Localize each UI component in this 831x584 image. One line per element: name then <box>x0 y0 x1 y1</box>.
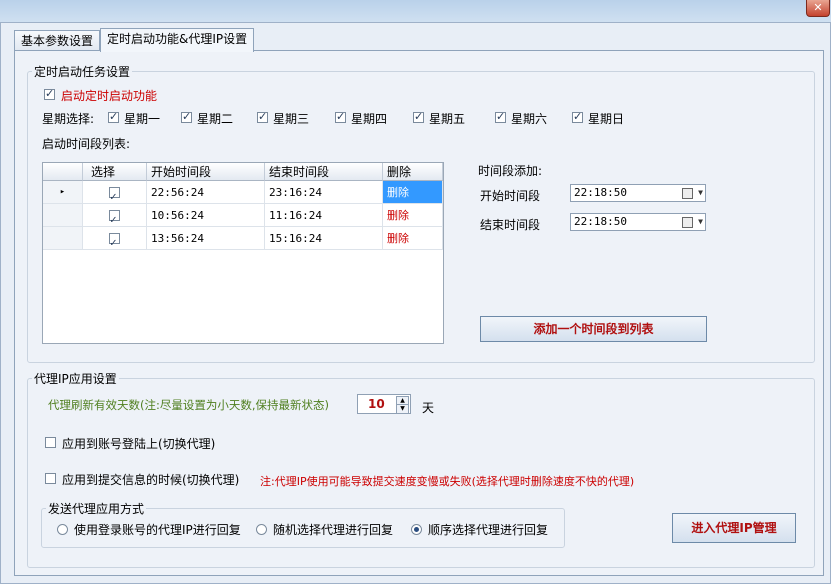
row-pointer: ▸ <box>43 181 83 204</box>
add-slot-title: 时间段添加: <box>478 164 543 178</box>
apply-submit-label: 应用到提交信息的时候(切换代理) <box>62 473 240 487</box>
table-row[interactable] <box>83 227 147 254</box>
row-start-time[interactable]: 10:56:24 <box>147 204 265 227</box>
start-time-value: 22:18:50 <box>574 186 627 199</box>
chevron-down-icon[interactable]: ▼ <box>698 214 703 230</box>
weekday-label: 星期选择: <box>42 112 95 126</box>
decrement-icon[interactable]: ▼ <box>396 404 409 414</box>
row-select-checkbox[interactable] <box>109 185 120 208</box>
row-delete-link[interactable]: 删除 <box>383 204 443 227</box>
mode-label-sequential: 顺序选择代理进行回复 <box>428 523 549 537</box>
column-header-select[interactable]: 选择 <box>83 163 147 181</box>
row-end-time[interactable]: 11:16:24 <box>265 204 383 227</box>
weekday-checkbox[interactable] <box>335 110 346 123</box>
refresh-days-stepper[interactable]: 10 ▲ ▼ <box>357 394 411 414</box>
mode-group-title: 发送代理应用方式 <box>46 500 147 517</box>
row-header <box>43 227 83 250</box>
mode-radio-sequential[interactable] <box>411 524 422 535</box>
proxy-warning-text: 注:代理IP使用可能导致提交速度变慢或失败(选择代理时删除速度不快的代理) <box>260 475 635 488</box>
proxy-group-title: 代理IP应用设置 <box>32 370 119 387</box>
tab-basic-settings[interactable]: 基本参数设置 <box>14 30 101 51</box>
end-time-label: 结束时间段 <box>480 218 541 232</box>
row-header <box>43 204 83 227</box>
row-end-time[interactable]: 15:16:24 <box>265 227 383 250</box>
apply-login-checkbox[interactable] <box>45 437 56 448</box>
weekday-label-fri: 星期五 <box>429 112 466 126</box>
row-delete-link[interactable]: 删除 <box>383 181 443 204</box>
add-time-slot-button[interactable]: 添加一个时间段到列表 <box>480 316 707 342</box>
row-start-time[interactable]: 22:56:24 <box>147 181 265 204</box>
weekday-checkbox[interactable] <box>572 110 583 123</box>
enable-schedule-checkbox[interactable] <box>44 87 55 100</box>
end-time-picker[interactable]: 22:18:50 ▼ <box>570 213 706 231</box>
refresh-days-unit: 天 <box>422 401 435 415</box>
weekday-checkbox[interactable] <box>108 110 119 123</box>
weekday-label-mon: 星期一 <box>124 112 161 126</box>
start-time-label: 开始时间段 <box>480 189 541 203</box>
apply-submit-checkbox[interactable] <box>45 473 56 484</box>
weekday-label-thu: 星期四 <box>351 112 388 126</box>
table-row[interactable] <box>83 204 147 231</box>
weekday-checkbox[interactable] <box>181 110 192 123</box>
mode-label-random: 随机选择代理进行回复 <box>273 523 394 537</box>
apply-login-label: 应用到账号登陆上(切换代理) <box>62 437 216 451</box>
column-header-start[interactable]: 开始时间段 <box>147 163 265 181</box>
row-end-time[interactable]: 23:16:24 <box>265 181 383 204</box>
row-delete-link[interactable]: 删除 <box>383 227 443 250</box>
weekday-label-wed: 星期三 <box>273 112 310 126</box>
mode-radio-random[interactable] <box>256 524 267 535</box>
tab-schedule-proxy[interactable]: 定时启动功能&代理IP设置 <box>100 28 255 52</box>
row-select-checkbox[interactable] <box>109 208 120 231</box>
end-time-value: 22:18:50 <box>574 215 627 228</box>
weekday-label-sat: 星期六 <box>511 112 548 126</box>
column-header-delete[interactable]: 删除 <box>383 163 443 181</box>
start-time-picker[interactable]: 22:18:50 ▼ <box>570 184 706 202</box>
weekday-label-tue: 星期二 <box>197 112 234 126</box>
close-button[interactable]: ✕ <box>806 0 830 17</box>
proxy-manage-button[interactable]: 进入代理IP管理 <box>672 513 796 543</box>
weekday-checkbox[interactable] <box>257 110 268 123</box>
column-header-end[interactable]: 结束时间段 <box>265 163 383 181</box>
weekday-label-sun: 星期日 <box>588 112 625 126</box>
mode-radio-login-proxy[interactable] <box>57 524 68 535</box>
time-slot-table: 选择 开始时间段 结束时间段 删除 ▸ 22:56:24 23:16:24 删除… <box>42 162 444 344</box>
calendar-icon[interactable] <box>682 188 693 199</box>
enable-schedule-label: 启动定时启动功能 <box>61 89 158 103</box>
refresh-days-label: 代理刷新有效天数(注:尽量设置为小天数,保持最新状态) <box>48 398 330 412</box>
table-row[interactable] <box>83 181 147 208</box>
weekday-checkbox[interactable] <box>413 110 424 123</box>
row-select-checkbox[interactable] <box>109 231 120 254</box>
schedule-group-title: 定时启动任务设置 <box>32 63 133 80</box>
row-header-corner <box>43 163 83 181</box>
chevron-down-icon[interactable]: ▼ <box>698 185 703 201</box>
mode-label-login-proxy: 使用登录账号的代理IP进行回复 <box>74 523 241 537</box>
title-bar <box>0 0 831 22</box>
row-start-time[interactable]: 13:56:24 <box>147 227 265 250</box>
refresh-days-value: 10 <box>368 397 385 411</box>
weekday-checkbox[interactable] <box>495 110 506 123</box>
calendar-icon[interactable] <box>682 217 693 228</box>
time-list-label: 启动时间段列表: <box>42 137 131 151</box>
